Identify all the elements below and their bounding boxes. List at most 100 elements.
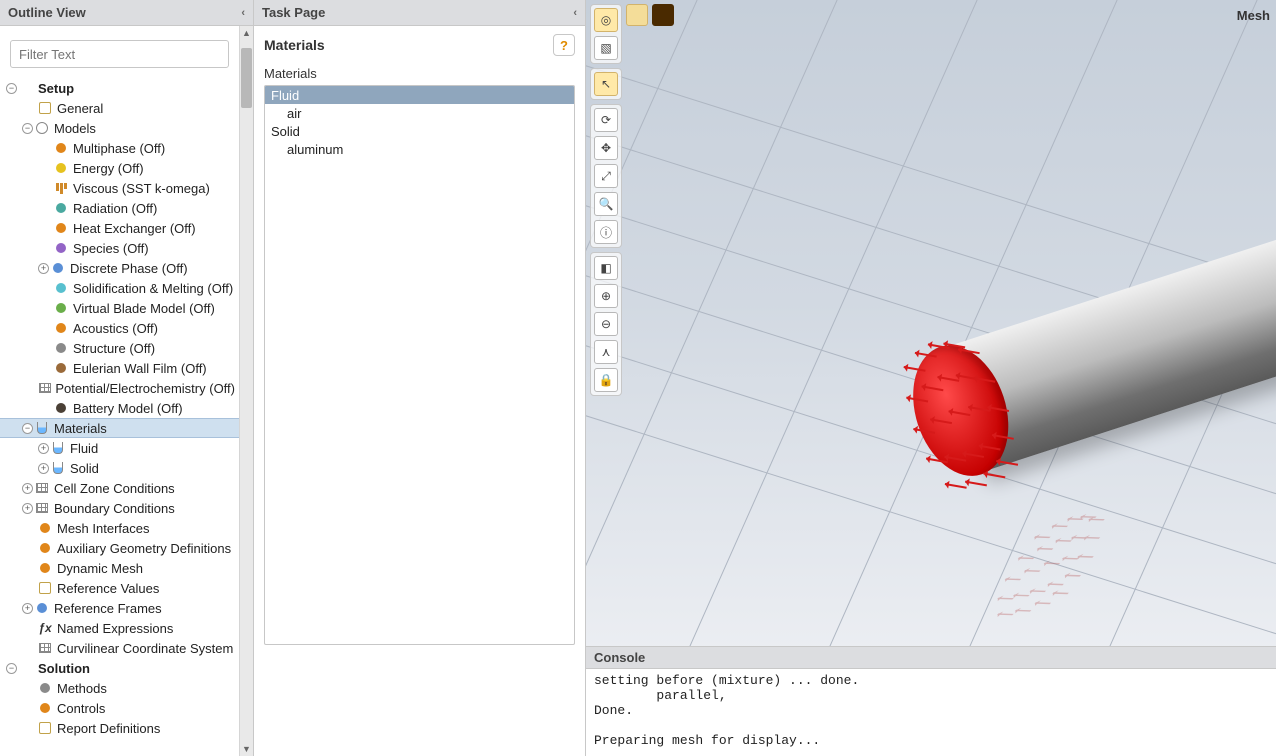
tool-axes[interactable]: ⋏ <box>594 340 618 364</box>
grid-icon <box>34 500 50 516</box>
tool-rotate[interactable]: ⟳ <box>594 108 618 132</box>
tool-zoom-out[interactable]: ⊖ <box>594 312 618 336</box>
view-tab-2[interactable] <box>652 4 674 26</box>
tree-item-solidification-melting-off[interactable]: Solidification & Melting (Off) <box>0 278 239 298</box>
flask-icon <box>50 460 66 476</box>
view-tabs[interactable] <box>626 4 674 26</box>
collapse-icon[interactable]: − <box>22 123 33 134</box>
tree-item-solid[interactable]: + Solid <box>0 458 239 478</box>
tool-zoom[interactable]: ⤢ <box>594 164 618 188</box>
c-blue-icon <box>50 260 66 276</box>
tool-info[interactable]: ⓘ <box>594 220 618 244</box>
tree-item-battery-model-off[interactable]: Battery Model (Off) <box>0 398 239 418</box>
tree-item-general[interactable]: General <box>0 98 239 118</box>
tree-item-named-expressions[interactable]: ƒxNamed Expressions <box>0 618 239 638</box>
tree-item-cell-zone-conditions[interactable]: +Cell Zone Conditions <box>0 478 239 498</box>
tree-item-radiation-off[interactable]: Radiation (Off) <box>0 198 239 218</box>
expand-icon[interactable]: + <box>22 603 33 614</box>
tree-item-acoustics-off[interactable]: Acoustics (Off) <box>0 318 239 338</box>
collapse-icon[interactable]: − <box>6 663 17 674</box>
tool-shaded[interactable]: ◎ <box>594 8 618 32</box>
tree-item-solution[interactable]: −Solution <box>0 658 239 678</box>
materials-list[interactable]: FluidairSolidaluminum <box>264 85 575 645</box>
tree-item-energy-off[interactable]: Energy (Off) <box>0 158 239 178</box>
expand-icon[interactable]: + <box>38 443 49 454</box>
tree-item-heat-exchanger-off[interactable]: Heat Exchanger (Off) <box>0 218 239 238</box>
c-green-icon <box>53 300 69 316</box>
tree-item-models[interactable]: −Models <box>0 118 239 138</box>
expand-icon[interactable]: + <box>38 463 49 474</box>
tree-item-label: Acoustics (Off) <box>73 321 158 336</box>
tree-item-discrete-phase-off[interactable]: + Discrete Phase (Off) <box>0 258 239 278</box>
c-yellow-icon <box>53 160 69 176</box>
tree-item-structure-off[interactable]: Structure (Off) <box>0 338 239 358</box>
c-orange-icon <box>37 540 53 556</box>
blank-icon <box>18 660 34 676</box>
tree-item-methods[interactable]: Methods <box>0 678 239 698</box>
collapse-icon[interactable]: − <box>6 83 17 94</box>
expand-icon[interactable]: + <box>38 263 49 274</box>
tree-item-label: Report Definitions <box>57 721 160 736</box>
tree-item-label: Viscous (SST k-omega) <box>73 181 210 196</box>
tree-item-label: Multiphase (Off) <box>73 141 165 156</box>
view-tab-1[interactable] <box>626 4 648 26</box>
tree-item-label: Curvilinear Coordinate System <box>57 641 233 656</box>
c-dark-icon <box>53 400 69 416</box>
help-button[interactable]: ? <box>553 34 575 56</box>
c-cyan-icon <box>53 280 69 296</box>
tree-item-reference-values[interactable]: Reference Values <box>0 578 239 598</box>
expand-icon[interactable]: + <box>22 503 33 514</box>
tree-item-potential-electrochemistry-off[interactable]: Potential/Electrochemistry (Off) <box>0 378 239 398</box>
outline-scrollbar[interactable]: ▲ ▼ <box>239 26 253 756</box>
tree-item-virtual-blade-model-off[interactable]: Virtual Blade Model (Off) <box>0 298 239 318</box>
tree-item-eulerian-wall-film-off[interactable]: Eulerian Wall Film (Off) <box>0 358 239 378</box>
collapse-icon[interactable]: − <box>22 423 33 434</box>
tree-item-viscous-sst-k-omega[interactable]: Viscous (SST k-omega) <box>0 178 239 198</box>
tree-item-boundary-conditions[interactable]: +Boundary Conditions <box>0 498 239 518</box>
tree-item-setup[interactable]: −Setup <box>0 78 239 98</box>
viewport-3d[interactable]: ◎▧ ↖ ⟳✥⤢🔍ⓘ ◧⊕⊖⋏🔒 Mesh Console setting be… <box>586 0 1276 756</box>
tree-item-label: Solid <box>70 461 99 476</box>
c-gray-icon <box>37 680 53 696</box>
tree-item-auxiliary-geometry-definitions[interactable]: Auxiliary Geometry Definitions <box>0 538 239 558</box>
tree-item-label: Virtual Blade Model (Off) <box>73 301 215 316</box>
material-item-air[interactable]: air <box>265 104 574 122</box>
tool-pan[interactable]: ✥ <box>594 136 618 160</box>
tree-item-multiphase-off[interactable]: Multiphase (Off) <box>0 138 239 158</box>
tree-item-materials[interactable]: −Materials <box>0 418 239 438</box>
console-panel: Console setting before (mixture) ... don… <box>586 646 1276 756</box>
tree-item-label: Solidification & Melting (Off) <box>73 281 233 296</box>
outline-tree[interactable]: −SetupGeneral−Models Multiphase (Off) Ener… <box>0 78 239 738</box>
tree-item-reference-frames[interactable]: +Reference Frames <box>0 598 239 618</box>
tool-lock[interactable]: 🔒 <box>594 368 618 392</box>
tool-zoom-box[interactable]: 🔍 <box>594 192 618 216</box>
tree-item-report-definitions[interactable]: Report Definitions <box>0 718 239 738</box>
tree-item-fluid[interactable]: +Fluid <box>0 438 239 458</box>
outline-title: Outline View <box>8 5 86 20</box>
tree-item-controls[interactable]: Controls <box>0 698 239 718</box>
collapse-icon[interactable]: ‹ <box>241 7 245 19</box>
expand-icon[interactable]: + <box>22 483 33 494</box>
tree-item-dynamic-mesh[interactable]: Dynamic Mesh <box>0 558 239 578</box>
tree-item-label: Radiation (Off) <box>73 201 157 216</box>
filter-input[interactable] <box>10 40 229 68</box>
tree-item-curvilinear-coordinate-system[interactable]: Curvilinear Coordinate System <box>0 638 239 658</box>
collapse-icon[interactable]: ‹ <box>573 7 577 19</box>
material-item-solid[interactable]: Solid <box>265 122 574 140</box>
c-orange-icon <box>37 520 53 536</box>
tree-item-label: Discrete Phase (Off) <box>70 261 188 276</box>
scroll-down-icon[interactable]: ▼ <box>240 742 253 756</box>
scroll-up-icon[interactable]: ▲ <box>240 26 253 40</box>
scroll-thumb[interactable] <box>241 48 252 108</box>
tool-probe[interactable]: ◧ <box>594 256 618 280</box>
tree-item-mesh-interfaces[interactable]: Mesh Interfaces <box>0 518 239 538</box>
taskpage-title: Task Page <box>262 5 325 20</box>
console-output[interactable]: setting before (mixture) ... done. paral… <box>586 669 1276 752</box>
tool-iso[interactable]: ▧ <box>594 36 618 60</box>
material-item-aluminum[interactable]: aluminum <box>265 140 574 158</box>
material-item-fluid[interactable]: Fluid <box>265 86 574 104</box>
tool-zoom-in[interactable]: ⊕ <box>594 284 618 308</box>
tree-item-species-off[interactable]: Species (Off) <box>0 238 239 258</box>
tool-select[interactable]: ↖ <box>594 72 618 96</box>
gear-icon <box>34 120 50 136</box>
